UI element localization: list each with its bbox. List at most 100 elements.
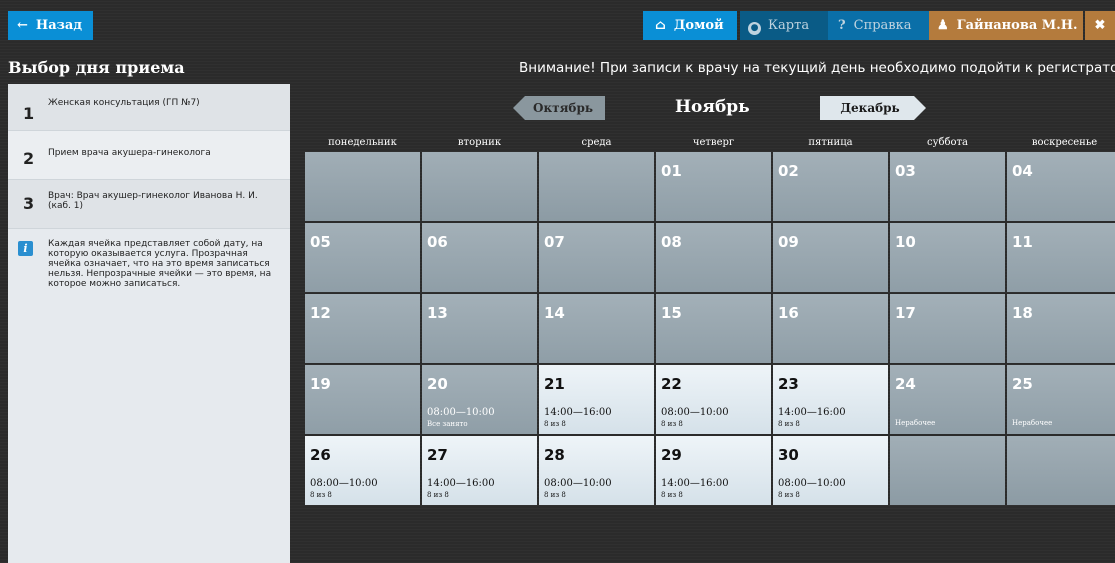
back-button-label: Назад: [35, 18, 82, 33]
step-clinic[interactable]: 1 Женская консультация (ГП №7): [8, 84, 290, 131]
calendar-day-cell: 16: [773, 294, 888, 363]
help-button-label: Справка: [853, 18, 912, 33]
help-button[interactable]: ? Справка: [828, 11, 929, 40]
calendar-day-cell: 10: [890, 223, 1005, 292]
calendar-empty-cell: [1007, 436, 1115, 505]
calendar-day-cell: 02: [773, 152, 888, 221]
day-number: 29: [661, 446, 682, 464]
day-number: 26: [310, 446, 331, 464]
day-number: 03: [895, 162, 916, 180]
calendar-day-cell: 09: [773, 223, 888, 292]
availability-label: 8 из 8: [778, 491, 800, 499]
availability-label: 8 из 8: [544, 420, 566, 428]
day-number: 19: [310, 375, 331, 393]
step-number: 1: [23, 104, 35, 123]
calendar-day-cell: 20 08:00—10:00 Все занято: [422, 365, 537, 434]
calendar-day-cell[interactable]: 23 14:00—16:00 8 из 8: [773, 365, 888, 434]
day-number: 01: [661, 162, 682, 180]
weekday-label: суббота: [926, 137, 969, 148]
home-button-label: Домой: [673, 18, 724, 33]
day-number: 04: [1012, 162, 1033, 180]
step-service[interactable]: 2 Прием врача акушера-гинеколога: [8, 131, 290, 180]
day-number: 23: [778, 375, 799, 393]
day-number: 14: [544, 304, 565, 322]
availability-label: 8 из 8: [544, 491, 566, 499]
map-marker-icon: ●: [748, 22, 761, 35]
calendar-day-cell: 04: [1007, 152, 1115, 221]
sidebar: 1 Женская консультация (ГП №7) 2 Прием в…: [8, 84, 290, 563]
info-text: Каждая ячейка представляет собой дату, н…: [48, 239, 272, 289]
day-number: 10: [895, 233, 916, 251]
day-number: 27: [427, 446, 448, 464]
close-button[interactable]: ✖: [1085, 11, 1115, 40]
step-number: 2: [23, 149, 35, 168]
non-working-label: Нерабочее: [1012, 419, 1053, 427]
step-doctor[interactable]: 3 Врач: Врач акушер-гинеколог Иванова Н.…: [8, 180, 290, 229]
day-number: 30: [778, 446, 799, 464]
day-number: 02: [778, 162, 799, 180]
time-slot: 08:00—10:00: [544, 478, 612, 489]
calendar-day-cell[interactable]: 22 08:00—10:00 8 из 8: [656, 365, 771, 434]
availability-label: 8 из 8: [661, 420, 683, 428]
calendar-day-cell: 13: [422, 294, 537, 363]
time-slot: 14:00—16:00: [427, 478, 495, 489]
availability-label: Все занято: [427, 420, 468, 428]
back-button[interactable]: ← Назад: [8, 11, 93, 40]
weekday-label: четверг: [692, 137, 735, 148]
day-number: 22: [661, 375, 682, 393]
user-button[interactable]: ♟ Гайнанова М.Н.: [929, 11, 1083, 40]
step-label: Прием врача акушера-гинеколога: [48, 148, 211, 158]
info-icon: i: [18, 241, 33, 256]
user-name: Гайнанова М.Н.: [956, 18, 1078, 33]
user-icon: ♟: [937, 18, 949, 33]
calendar-day-cell: 18: [1007, 294, 1115, 363]
day-number: 18: [1012, 304, 1033, 322]
next-month-button[interactable]: Декабрь: [820, 96, 926, 120]
calendar-day-cell: 11: [1007, 223, 1115, 292]
time-slot: 08:00—10:00: [661, 407, 729, 418]
calendar-day-cell[interactable]: 26 08:00—10:00 8 из 8: [305, 436, 420, 505]
home-button[interactable]: ⌂ Домой: [643, 11, 737, 40]
availability-label: 8 из 8: [661, 491, 683, 499]
calendar-day-cell[interactable]: 27 14:00—16:00 8 из 8: [422, 436, 537, 505]
time-slot: 08:00—10:00: [778, 478, 846, 489]
weekday-label: понедельник: [328, 137, 397, 148]
calendar-day-cell: 25 Нерабочее: [1007, 365, 1115, 434]
calendar-day-cell[interactable]: 28 08:00—10:00 8 из 8: [539, 436, 654, 505]
day-number: 13: [427, 304, 448, 322]
day-number: 06: [427, 233, 448, 251]
calendar-day-cell: 24 Нерабочее: [890, 365, 1005, 434]
top-bar: ← Назад ⌂ Домой ● Карта ? Справка ♟ Гайнанова…: [0, 0, 1115, 44]
prev-month-button[interactable]: Октябрь: [513, 96, 605, 120]
calendar-day-cell[interactable]: 21 14:00—16:00 8 из 8: [539, 365, 654, 434]
arrow-left-icon: ←: [17, 18, 28, 33]
step-number: 3: [23, 194, 35, 213]
calendar-day-cell: 08: [656, 223, 771, 292]
calendar-day-cell[interactable]: 29 14:00—16:00 8 из 8: [656, 436, 771, 505]
calendar-grid: 01 02 03 04 05 06 07 08 09 10 11 12 13 14 15 16 17 18 19 20…: [305, 152, 1115, 508]
calendar-day-cell[interactable]: 30 08:00—10:00 8 из 8: [773, 436, 888, 505]
day-number: 24: [895, 375, 916, 393]
notice-text: Внимание! При записи к врачу на текущий …: [519, 60, 1115, 76]
step-label: Врач: Врач акушер-гинеколог Иванова Н. И…: [48, 191, 258, 211]
calendar-day-cell: 05: [305, 223, 420, 292]
calendar-day-cell: 12: [305, 294, 420, 363]
calendar-day-cell: 01: [656, 152, 771, 221]
weekday-header: понедельник вторник среда четверг пятница суб…: [305, 137, 1115, 151]
day-number: 12: [310, 304, 331, 322]
day-number: 16: [778, 304, 799, 322]
time-slot: 14:00—16:00: [778, 407, 846, 418]
calendar-day-cell: 07: [539, 223, 654, 292]
time-slot: 08:00—10:00: [427, 407, 495, 418]
availability-label: 8 из 8: [778, 420, 800, 428]
day-number: 05: [310, 233, 331, 251]
day-number: 28: [544, 446, 565, 464]
calendar-day-cell: 17: [890, 294, 1005, 363]
time-slot: 08:00—10:00: [310, 478, 378, 489]
map-button[interactable]: ● Карта: [740, 11, 828, 40]
weekday-label: пятница: [808, 137, 853, 148]
day-number: 20: [427, 375, 448, 393]
calendar-empty-cell: [539, 152, 654, 221]
home-icon: ⌂: [655, 18, 666, 33]
availability-label: 8 из 8: [427, 491, 449, 499]
